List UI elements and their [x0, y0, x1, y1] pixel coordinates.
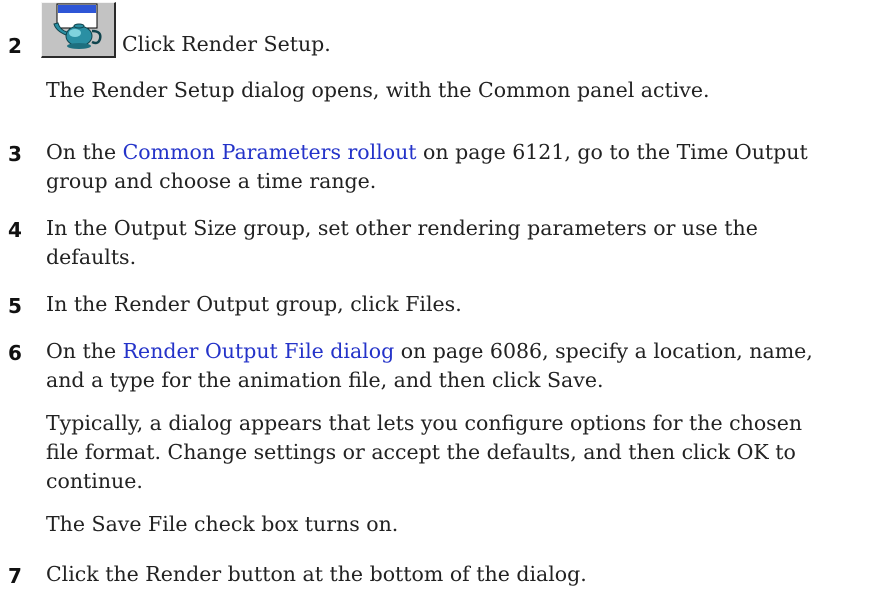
step-number: 2	[8, 34, 22, 58]
step-5-text: In the Render Output group, click Files.	[46, 292, 462, 316]
render-setup-teapot-icon[interactable]	[41, 2, 116, 58]
step-3-pre: On the	[46, 140, 123, 164]
step-3-line2: group and choose a time range.	[46, 169, 377, 193]
step-6-note-line3: continue.	[46, 469, 143, 493]
step-6-pre: On the	[46, 339, 123, 363]
step-6-note-line1: Typically, a dialog appears that lets yo…	[46, 411, 803, 435]
step-6-note-line2: file format. Change settings or accept t…	[46, 440, 796, 464]
step-7-text: Click the Render button at the bottom of…	[46, 562, 587, 586]
step-6-text: On the Render Output File dialog on page…	[46, 337, 846, 366]
step-2-note: The Render Setup dialog opens, with the …	[46, 78, 710, 102]
step-6-note-line4: The Save File check box turns on.	[46, 512, 399, 536]
step-3-text: On the Common Parameters rollout on page…	[46, 138, 846, 167]
step-number: 5	[8, 294, 22, 318]
render-output-file-dialog-link[interactable]: Render Output File dialog	[123, 339, 395, 363]
step-6-line2: and a type for the animation file, and t…	[46, 368, 604, 392]
step-4-line1: In the Output Size group, set other rend…	[46, 216, 758, 240]
step-number: 7	[8, 564, 22, 588]
step-3-post: on page 6121, go to the Time Output	[416, 140, 808, 164]
step-number: 3	[8, 142, 22, 166]
step-2-text: Click Render Setup.	[122, 32, 331, 56]
step-4-line2: defaults.	[46, 245, 137, 269]
step-number: 4	[8, 218, 22, 242]
step-6-post: on page 6086, specify a location, name,	[394, 339, 813, 363]
step-number: 6	[8, 341, 22, 365]
common-parameters-rollout-link[interactable]: Common Parameters rollout	[123, 140, 417, 164]
